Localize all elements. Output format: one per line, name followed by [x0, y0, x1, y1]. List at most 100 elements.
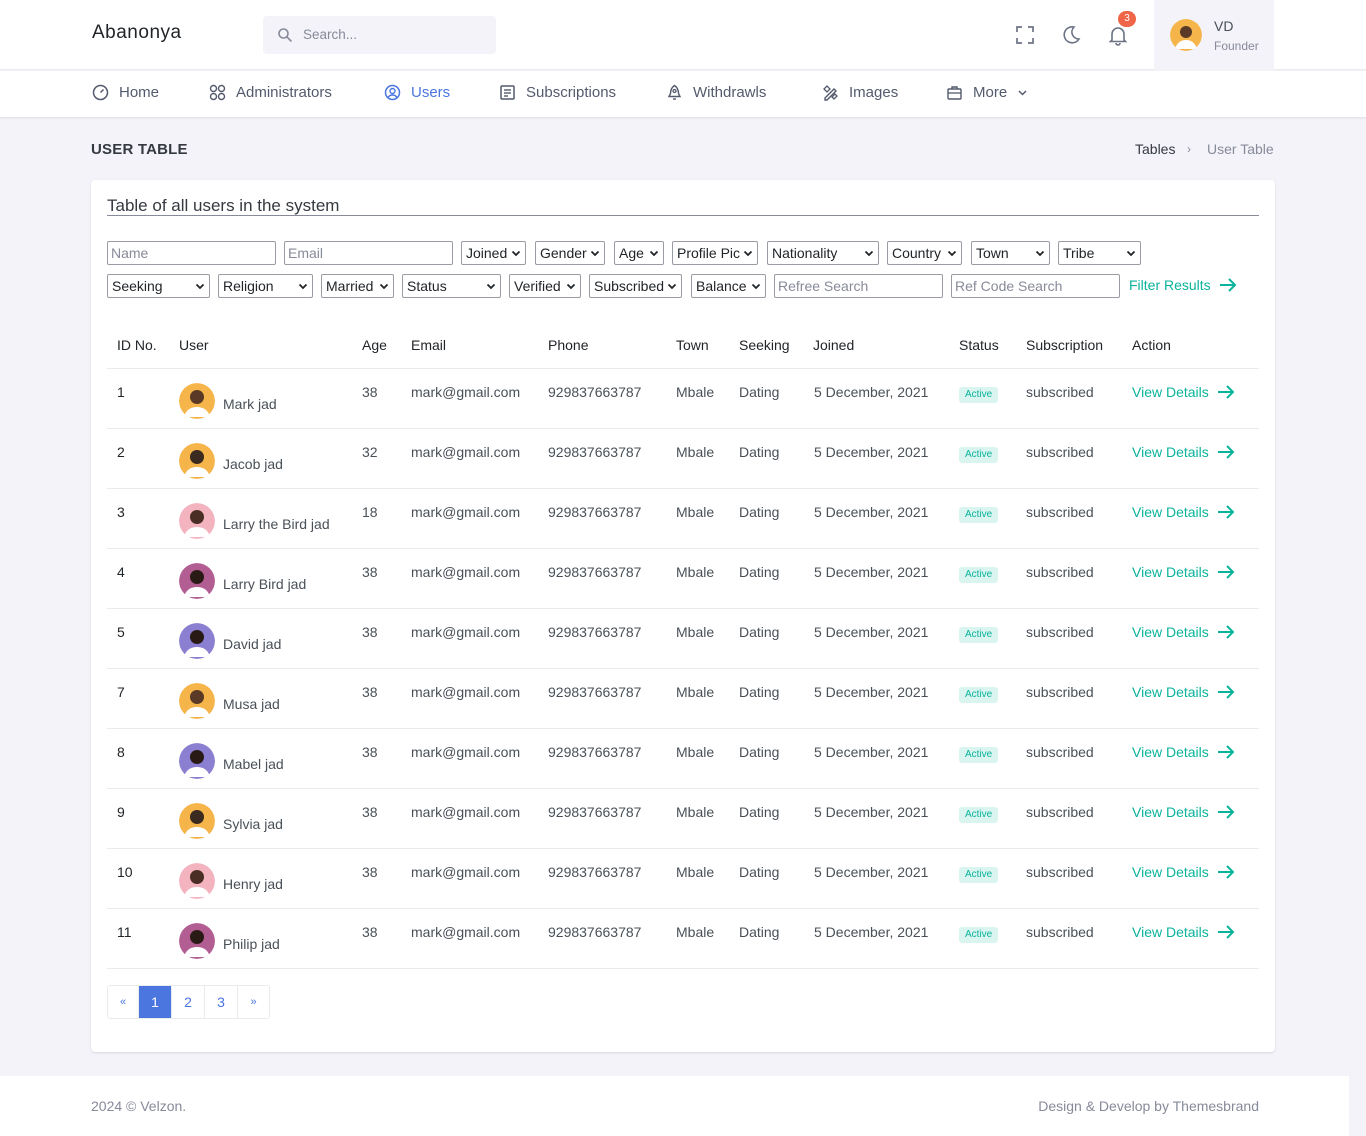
user-table-card: Table of all users in the system Name Em…	[91, 180, 1275, 1052]
breadcrumb-tables[interactable]: Tables	[1135, 141, 1175, 157]
nav-label: Users	[411, 84, 451, 101]
verified-select[interactable]: Verified	[509, 274, 581, 298]
avatar	[179, 803, 215, 839]
email-filter-input[interactable]: Email	[284, 241, 453, 265]
view-details-link[interactable]: View Details	[1132, 924, 1235, 940]
view-details-label: View Details	[1132, 624, 1209, 640]
balance-select[interactable]: Balance	[691, 274, 766, 298]
cell-id: 2	[117, 444, 125, 460]
nav-label: Home	[119, 84, 160, 101]
select-label: Religion	[223, 278, 274, 294]
profile-pic-select[interactable]: Profile Pic	[672, 241, 758, 265]
view-details-link[interactable]: View Details	[1132, 744, 1235, 760]
age-select[interactable]: Age	[614, 241, 664, 265]
cell-joined: 5 December, 2021	[814, 864, 929, 880]
page-next-button[interactable]: »	[238, 986, 269, 1018]
col-subscription: Subscription	[1026, 337, 1104, 353]
view-details-link[interactable]: View Details	[1132, 804, 1235, 820]
table-row: 5 38 mark@gmail.com 929837663787 Mbale Dating…	[107, 609, 1259, 669]
user-role: Founder	[1214, 39, 1259, 53]
cell-town: Mbale	[676, 504, 715, 520]
town-select[interactable]: Town	[971, 241, 1050, 265]
married-select[interactable]: Married	[321, 274, 394, 298]
apps-icon	[209, 84, 226, 101]
bell-icon[interactable]	[1107, 24, 1129, 46]
page-3-button[interactable]: 3	[205, 986, 238, 1018]
view-details-label: View Details	[1132, 504, 1209, 520]
nav-users[interactable]: Users	[384, 84, 450, 101]
subscribed-select[interactable]: Subscribed	[589, 274, 682, 298]
arrow-right-icon	[1217, 685, 1235, 699]
select-label: Married	[326, 278, 374, 294]
user-name: Musa jad	[223, 696, 280, 712]
brand-logo[interactable]: Abanonya	[92, 22, 182, 44]
view-details-link[interactable]: View Details	[1132, 444, 1235, 460]
nav-administrators[interactable]: Administrators	[209, 84, 332, 101]
joined-select[interactable]: Joined	[461, 241, 526, 265]
cell-subscription: subscribed	[1026, 804, 1094, 820]
view-details-link[interactable]: View Details	[1132, 384, 1235, 400]
table-row: 8 38 mark@gmail.com 929837663787 Mbale Dating…	[107, 729, 1259, 789]
name-filter-input[interactable]: Name	[107, 241, 276, 265]
avatar	[179, 923, 215, 959]
caret-down-icon	[947, 250, 957, 257]
arrow-right-icon	[1217, 805, 1235, 819]
pagination: « 1 2 3 »	[107, 985, 270, 1019]
nav-label: Administrators	[236, 84, 332, 101]
card-title: Table of all users in the system	[107, 196, 340, 215]
nav-subscriptions[interactable]: Subscriptions	[499, 84, 616, 101]
status-badge: Active	[959, 627, 999, 643]
page-2-button[interactable]: 2	[172, 986, 205, 1018]
cell-email: mark@gmail.com	[411, 924, 521, 940]
view-details-link[interactable]: View Details	[1132, 864, 1235, 880]
moon-icon[interactable]	[1060, 24, 1082, 46]
cell-seeking: Dating	[739, 924, 780, 940]
cell-phone: 929837663787	[548, 804, 642, 820]
gender-select[interactable]: Gender	[535, 241, 605, 265]
search-box[interactable]: Search...	[263, 16, 496, 54]
cell-town: Mbale	[676, 444, 715, 460]
nav-images[interactable]: Images	[822, 84, 898, 101]
view-details-link[interactable]: View Details	[1132, 564, 1235, 580]
cell-id: 7	[117, 684, 125, 700]
cell-id: 5	[117, 624, 125, 640]
nationality-select[interactable]: Nationality	[767, 241, 879, 265]
file-list-icon	[500, 85, 515, 100]
status-select[interactable]: Status	[402, 274, 501, 298]
breadcrumb-current: User Table	[1207, 141, 1274, 157]
cell-email: mark@gmail.com	[411, 624, 521, 640]
user-name: Philip jad	[223, 936, 280, 952]
nav-home[interactable]: Home	[92, 84, 159, 101]
cell-age: 38	[362, 684, 378, 700]
user-menu[interactable]: VD Founder	[1154, 0, 1274, 70]
cell-user: Mabel jad	[179, 743, 284, 779]
country-select[interactable]: Country	[887, 241, 962, 265]
refree-search-input[interactable]: Refree Search	[774, 274, 943, 298]
religion-select[interactable]: Religion	[218, 274, 313, 298]
fullscreen-icon[interactable]	[1014, 24, 1036, 46]
caret-down-icon	[649, 250, 659, 257]
seeking-select[interactable]: Seeking	[107, 274, 210, 298]
cell-phone: 929837663787	[548, 564, 642, 580]
search-input[interactable]: Search...	[303, 27, 357, 42]
col-status: Status	[959, 337, 999, 353]
status-badge: Active	[959, 447, 999, 463]
select-label: Joined	[466, 245, 508, 261]
page-1-button[interactable]: 1	[139, 986, 172, 1018]
filter-results-button[interactable]: Filter Results	[1129, 277, 1237, 293]
table-row: 9 38 mark@gmail.com 929837663787 Mbale Dating…	[107, 789, 1259, 849]
cell-id: 8	[117, 744, 125, 760]
view-details-link[interactable]: View Details	[1132, 684, 1235, 700]
view-details-link[interactable]: View Details	[1132, 624, 1235, 640]
user-name: Sylvia jad	[223, 816, 283, 832]
arrow-right-icon	[1217, 745, 1235, 759]
caret-down-icon	[590, 250, 600, 257]
view-details-link[interactable]: View Details	[1132, 504, 1235, 520]
nav-withdrawls[interactable]: Withdrawls	[666, 84, 766, 101]
nav-more[interactable]: More	[946, 84, 1028, 101]
cell-joined: 5 December, 2021	[814, 564, 929, 580]
page-prev-button[interactable]: «	[108, 986, 139, 1018]
tribe-select[interactable]: Tribe	[1058, 241, 1141, 265]
cell-seeking: Dating	[739, 864, 780, 880]
ref-code-search-input[interactable]: Ref Code Search	[951, 274, 1120, 298]
